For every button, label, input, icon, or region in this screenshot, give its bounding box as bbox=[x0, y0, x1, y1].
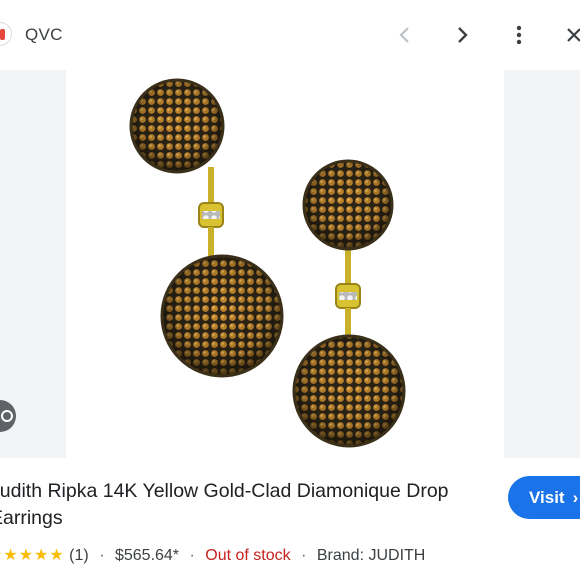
brand: Brand: JUDITH bbox=[316, 547, 426, 564]
close-button[interactable] bbox=[559, 20, 580, 50]
site-name: QVC bbox=[25, 25, 63, 44]
chevron-left-icon bbox=[399, 27, 409, 43]
separator-dot: · bbox=[189, 547, 195, 564]
rating-stars: ★★★★★ bbox=[0, 547, 65, 564]
chevron-right-icon: › bbox=[572, 487, 579, 507]
forward-button[interactable] bbox=[447, 20, 477, 50]
back-button[interactable] bbox=[390, 20, 420, 50]
qvc-favicon-icon bbox=[0, 22, 12, 46]
viewer-top-bar: QVC bbox=[0, 0, 580, 70]
price: $565.64* bbox=[114, 547, 180, 564]
earrings-image bbox=[129, 78, 406, 448]
review-count: (1) bbox=[69, 547, 89, 564]
image-area bbox=[0, 70, 580, 458]
separator-dot: · bbox=[99, 547, 105, 564]
product-image[interactable] bbox=[66, 70, 504, 458]
chevron-right-icon bbox=[458, 27, 468, 43]
visit-button[interactable]: Visit › bbox=[508, 476, 580, 519]
stock-status: Out of stock bbox=[205, 547, 291, 564]
close-icon bbox=[567, 28, 580, 42]
more-vert-icon bbox=[516, 25, 522, 45]
product-meta: ★★★★★ (1) · $565.64* · Out of stock · Br… bbox=[0, 545, 425, 565]
lens-icon[interactable] bbox=[0, 400, 16, 432]
more-options-button[interactable] bbox=[504, 20, 534, 50]
product-title[interactable]: Judith Ripka 14K Yellow Gold-Clad Diamon… bbox=[0, 478, 480, 532]
separator-dot: · bbox=[301, 547, 307, 564]
visit-label: Visit bbox=[529, 487, 565, 507]
